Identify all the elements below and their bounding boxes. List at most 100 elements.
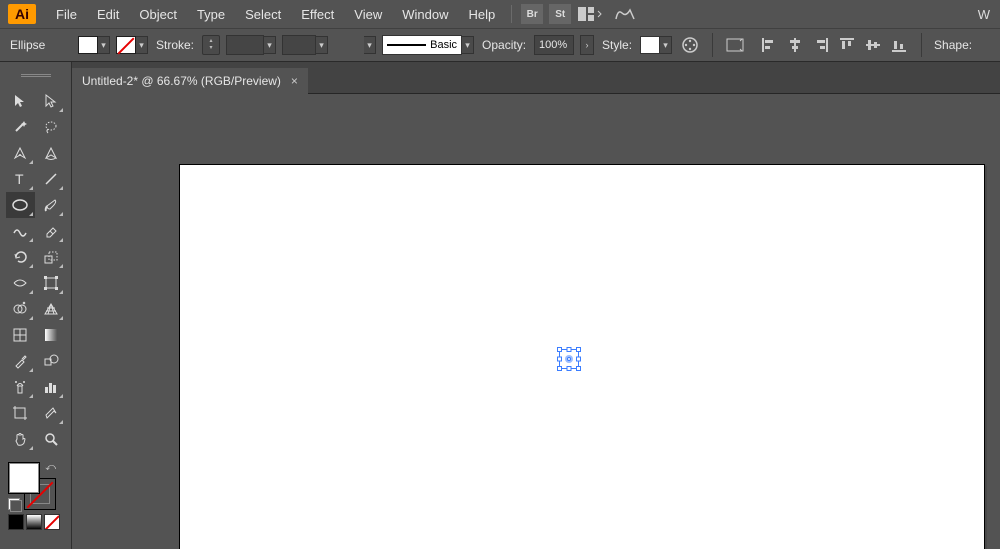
menu-help[interactable]: Help bbox=[458, 2, 505, 27]
artboard[interactable] bbox=[179, 164, 985, 549]
artboard-tool[interactable] bbox=[6, 400, 35, 426]
selected-object[interactable] bbox=[557, 347, 581, 371]
stroke-weight-label: Stroke: bbox=[156, 38, 194, 52]
type-tool[interactable]: T bbox=[6, 166, 35, 192]
mesh-tool[interactable] bbox=[6, 322, 35, 348]
menu-file[interactable]: File bbox=[46, 2, 87, 27]
chevron-down-icon[interactable]: ▾ bbox=[364, 36, 376, 54]
fill-swatch[interactable] bbox=[78, 36, 98, 54]
direct-selection-tool[interactable] bbox=[37, 88, 66, 114]
column-graph-tool[interactable] bbox=[37, 374, 66, 400]
fill-stroke-control[interactable]: ⤺ bbox=[8, 462, 56, 510]
align-hcenter-button[interactable] bbox=[783, 33, 807, 57]
chevron-down-icon[interactable]: ▾ bbox=[136, 36, 148, 54]
app-logo-ai: Ai bbox=[8, 4, 36, 24]
document-tab-strip: Untitled-2* @ 66.67% (RGB/Preview) × bbox=[0, 62, 1000, 94]
menu-type[interactable]: Type bbox=[187, 2, 235, 27]
align-left-button[interactable] bbox=[757, 33, 781, 57]
selection-tool[interactable] bbox=[6, 88, 35, 114]
slice-tool[interactable] bbox=[37, 400, 66, 426]
default-fill-stroke-icon[interactable] bbox=[8, 498, 20, 510]
menu-edit[interactable]: Edit bbox=[87, 2, 129, 27]
chevron-down-icon[interactable]: ▾ bbox=[264, 36, 276, 54]
resize-handle-nw[interactable] bbox=[557, 347, 562, 352]
swap-fill-stroke-icon[interactable]: ⤺ bbox=[45, 462, 56, 473]
svg-text:T: T bbox=[15, 171, 24, 187]
chevron-down-icon[interactable]: ▾ bbox=[462, 36, 474, 54]
line-segment-tool[interactable] bbox=[37, 166, 66, 192]
fill-color-swatch[interactable] bbox=[8, 462, 40, 494]
color-mode-none[interactable] bbox=[44, 514, 60, 530]
menu-view[interactable]: View bbox=[344, 2, 392, 27]
curvature-tool[interactable] bbox=[37, 140, 66, 166]
style-swatch[interactable] bbox=[640, 36, 660, 54]
resize-handle-se[interactable] bbox=[576, 366, 581, 371]
align-right-button[interactable] bbox=[809, 33, 833, 57]
menu-window[interactable]: Window bbox=[392, 2, 458, 27]
blend-tool[interactable] bbox=[37, 348, 66, 374]
style-label: Style: bbox=[602, 38, 632, 52]
resize-handle-w[interactable] bbox=[557, 357, 562, 362]
align-top-button[interactable] bbox=[835, 33, 859, 57]
opacity-input[interactable]: 100% bbox=[534, 35, 574, 55]
close-tab-button[interactable]: × bbox=[291, 74, 298, 88]
rotate-tool[interactable] bbox=[6, 244, 35, 270]
zoom-tool[interactable] bbox=[37, 426, 66, 452]
stroke-color-control[interactable]: ▾ bbox=[116, 36, 148, 54]
color-mode-gradient[interactable] bbox=[26, 514, 42, 530]
stock-icon[interactable]: St bbox=[549, 4, 571, 24]
eraser-tool[interactable] bbox=[37, 218, 66, 244]
menu-effect[interactable]: Effect bbox=[291, 2, 344, 27]
color-mode-solid[interactable] bbox=[8, 514, 24, 530]
symbol-sprayer-tool[interactable] bbox=[6, 374, 35, 400]
align-bottom-button[interactable] bbox=[887, 33, 911, 57]
perspective-grid-tool[interactable] bbox=[37, 296, 66, 322]
shape-builder-tool[interactable] bbox=[6, 296, 35, 322]
gradient-tool[interactable] bbox=[37, 322, 66, 348]
chevron-down-icon[interactable]: ▾ bbox=[316, 36, 328, 54]
menu-object[interactable]: Object bbox=[129, 2, 187, 27]
lasso-tool[interactable] bbox=[37, 114, 66, 140]
stroke-weight-input[interactable] bbox=[226, 35, 264, 55]
chevron-down-icon[interactable]: ▾ bbox=[98, 36, 110, 54]
eyedropper-tool[interactable] bbox=[6, 348, 35, 374]
free-transform-tool[interactable] bbox=[37, 270, 66, 296]
brush-label: Basic bbox=[430, 39, 457, 51]
graphic-style-control[interactable]: ▾ bbox=[640, 36, 672, 54]
stroke-swatch-none[interactable] bbox=[116, 36, 136, 54]
selection-center-icon[interactable] bbox=[567, 357, 571, 361]
arrange-documents-button[interactable] bbox=[576, 4, 606, 24]
resize-handle-n[interactable] bbox=[567, 347, 572, 352]
panel-grip[interactable] bbox=[21, 74, 51, 78]
stroke-weight-field[interactable]: ▾ bbox=[226, 35, 276, 55]
pen-tool[interactable] bbox=[6, 140, 35, 166]
chevron-down-icon[interactable]: ▾ bbox=[660, 36, 672, 54]
workspace-switcher[interactable]: W bbox=[978, 7, 992, 22]
magic-wand-tool[interactable] bbox=[6, 114, 35, 140]
canvas-workspace[interactable] bbox=[72, 94, 1000, 549]
isolate-object-button[interactable] bbox=[723, 33, 747, 57]
menu-select[interactable]: Select bbox=[235, 2, 291, 27]
brush-definition[interactable]: Basic ▾ bbox=[382, 35, 474, 55]
opacity-dropdown[interactable]: › bbox=[580, 35, 594, 55]
stroke-weight-stepper[interactable]: ▴▾ bbox=[202, 35, 220, 55]
resize-handle-ne[interactable] bbox=[576, 347, 581, 352]
color-mode-row bbox=[0, 514, 71, 530]
resize-handle-s[interactable] bbox=[567, 366, 572, 371]
scale-tool[interactable] bbox=[37, 244, 66, 270]
resize-handle-sw[interactable] bbox=[557, 366, 562, 371]
shaper-tool[interactable] bbox=[6, 218, 35, 244]
paintbrush-tool[interactable] bbox=[37, 192, 66, 218]
bridge-icon[interactable]: Br bbox=[521, 4, 543, 24]
align-vcenter-button[interactable] bbox=[861, 33, 885, 57]
width-tool[interactable] bbox=[6, 270, 35, 296]
recolor-artwork-button[interactable] bbox=[678, 33, 702, 57]
document-tab[interactable]: Untitled-2* @ 66.67% (RGB/Preview) × bbox=[72, 68, 308, 94]
menu-divider bbox=[511, 5, 512, 23]
hand-tool[interactable] bbox=[6, 426, 35, 452]
fill-color-control[interactable]: ▾ bbox=[78, 36, 110, 54]
variable-width-profile[interactable]: ▾ ▾ bbox=[282, 35, 376, 55]
gpu-preview-icon[interactable] bbox=[610, 4, 640, 24]
resize-handle-e[interactable] bbox=[576, 357, 581, 362]
ellipse-tool[interactable] bbox=[6, 192, 35, 218]
